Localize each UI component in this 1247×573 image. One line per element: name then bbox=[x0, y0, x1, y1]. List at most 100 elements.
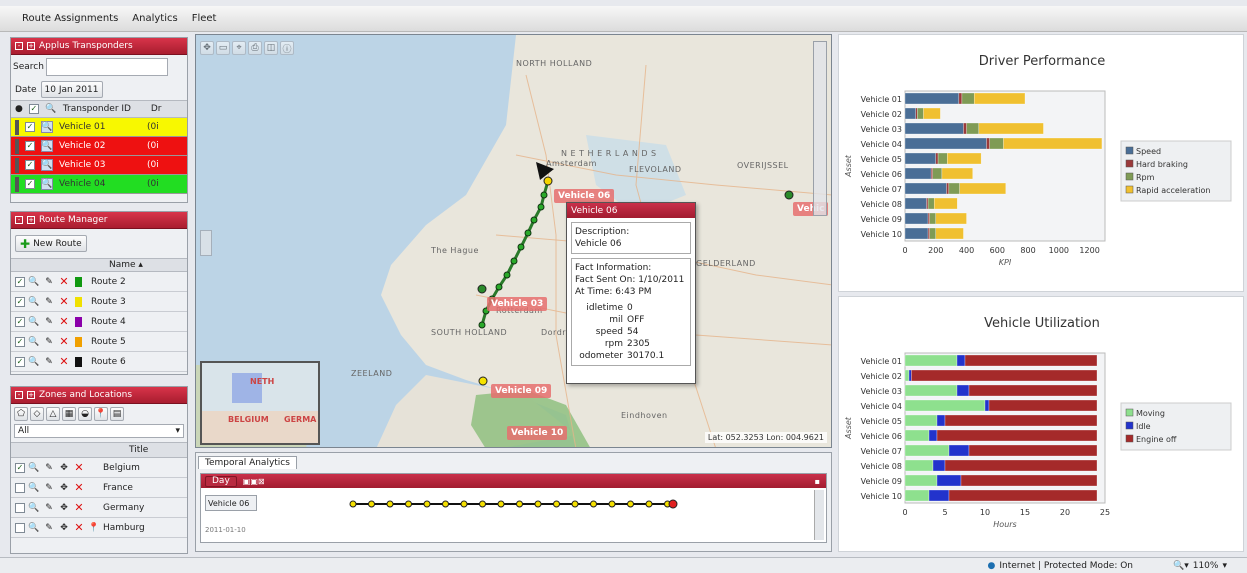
route-checkbox[interactable]: ✓ bbox=[15, 356, 25, 367]
column-header-title[interactable]: Title bbox=[129, 445, 148, 455]
map-view[interactable]: NORTH HOLLAND N E T H E R L A N D S FLEVOL… bbox=[195, 34, 832, 448]
select-all-checkbox[interactable]: ✓ bbox=[28, 104, 39, 114]
timeline-event[interactable] bbox=[405, 500, 412, 508]
route-checkbox[interactable]: ✓ bbox=[15, 296, 25, 307]
vehicle-map-label[interactable]: Vehicle 10 bbox=[507, 426, 568, 440]
transponder-checkbox[interactable]: ✓ bbox=[25, 141, 35, 151]
search-icon[interactable]: 🔍 bbox=[28, 276, 40, 288]
timeline-event[interactable] bbox=[386, 500, 394, 508]
tab-temporal-analytics[interactable]: Temporal Analytics bbox=[198, 456, 297, 469]
delete-icon[interactable]: ✕ bbox=[58, 315, 70, 328]
edit-icon[interactable]: ✎ bbox=[43, 462, 55, 474]
edit-icon[interactable]: ✎ bbox=[43, 336, 55, 348]
zone-filter-select[interactable]: All ▾ bbox=[14, 424, 184, 438]
select-tool-icon[interactable]: ▭ bbox=[216, 41, 230, 55]
delete-icon[interactable]: ✕ bbox=[58, 295, 70, 308]
search-icon[interactable]: 🔍 bbox=[41, 121, 53, 133]
route-checkbox[interactable]: ✓ bbox=[15, 276, 25, 287]
polygon-tool-icon[interactable]: ⬠ bbox=[14, 407, 28, 421]
zone-checkbox[interactable] bbox=[15, 502, 25, 513]
search-icon[interactable]: 🔍 bbox=[28, 522, 40, 534]
search-icon[interactable]: 🔍 bbox=[28, 502, 40, 514]
search-icon[interactable]: 🔍 bbox=[28, 462, 40, 474]
search-icon[interactable]: 🔍 bbox=[28, 482, 40, 494]
timeline-event[interactable] bbox=[497, 500, 505, 508]
transponder-row[interactable]: ✓ 🔍 Vehicle 01 (0i bbox=[11, 118, 187, 137]
route-waypoint[interactable] bbox=[530, 216, 538, 224]
timeline-event[interactable] bbox=[571, 500, 579, 508]
timeline-current-event[interactable] bbox=[668, 499, 678, 509]
edit-icon[interactable]: ✎ bbox=[43, 276, 55, 288]
zoom-icon[interactable]: 🔍▾ bbox=[1173, 561, 1189, 571]
route-checkbox[interactable]: ✓ bbox=[15, 336, 25, 347]
print-tool-icon[interactable]: ⎙ bbox=[248, 41, 262, 55]
search-icon[interactable]: 🔍 bbox=[28, 336, 40, 348]
vehicle-marker[interactable] bbox=[478, 376, 488, 386]
zoom-level[interactable]: 110% bbox=[1193, 561, 1219, 571]
route-waypoint[interactable] bbox=[524, 229, 532, 237]
day-button[interactable]: Day bbox=[205, 475, 237, 487]
timeline-track[interactable] bbox=[261, 494, 821, 514]
search-icon[interactable]: 🔍 bbox=[28, 316, 40, 328]
route-row[interactable]: ✓ 🔍 ✎ ✕ Route 6 bbox=[11, 352, 187, 372]
delete-icon[interactable]: ✕ bbox=[73, 481, 85, 494]
shape-tool-icon[interactable]: ◇ bbox=[30, 407, 44, 421]
route-row[interactable]: ✓ 🔍 ✎ ✕ Route 4 bbox=[11, 312, 187, 332]
search-icon[interactable]: 🔍 bbox=[41, 178, 53, 190]
area-tool-icon[interactable]: ▦ bbox=[62, 407, 76, 421]
edit-icon[interactable]: ✎ bbox=[43, 316, 55, 328]
route-waypoint[interactable] bbox=[510, 257, 518, 265]
overview-map[interactable]: NETH BELGIUM GERMA bbox=[200, 361, 320, 445]
edit-icon[interactable]: ✎ bbox=[43, 356, 55, 368]
timeline-event[interactable] bbox=[553, 500, 560, 508]
vehicle-marker[interactable] bbox=[477, 284, 487, 294]
measure-tool-icon[interactable]: ⌖ bbox=[232, 41, 246, 55]
move-icon[interactable]: ✥ bbox=[58, 462, 70, 474]
delete-icon[interactable]: ✕ bbox=[58, 275, 70, 288]
search-icon[interactable]: 🔍 bbox=[28, 356, 40, 368]
transponder-row[interactable]: ✓ 🔍 Vehicle 04 (0i bbox=[11, 175, 187, 194]
vehicle-map-label[interactable]: Vehicle 06 bbox=[554, 189, 615, 203]
route-waypoint[interactable] bbox=[517, 243, 525, 251]
menu-item[interactable]: Analytics bbox=[132, 13, 177, 24]
info-tool-icon[interactable]: ⓘ bbox=[280, 41, 294, 55]
timeline-event[interactable] bbox=[479, 500, 486, 508]
collapse-left-arrow-icon[interactable] bbox=[200, 230, 212, 256]
timeline-event[interactable] bbox=[423, 500, 431, 508]
zone-row[interactable]: 🔍 ✎ ✥ ✕ France bbox=[11, 478, 187, 498]
edit-icon[interactable]: ✎ bbox=[43, 482, 55, 494]
vehicle-map-label[interactable]: Vehicle 09 bbox=[491, 384, 552, 398]
zone-row[interactable]: 🔍 ✎ ✥ ✕ Germany bbox=[11, 498, 187, 518]
timeline-event[interactable] bbox=[645, 500, 653, 508]
move-icon[interactable]: ✥ bbox=[58, 482, 70, 494]
collapse-icon[interactable]: - bbox=[15, 391, 23, 399]
edit-icon[interactable]: ✎ bbox=[43, 522, 55, 534]
route-row[interactable]: ✓ 🔍 ✎ ✕ Route 3 bbox=[11, 292, 187, 312]
grid-tool-icon[interactable]: ▤ bbox=[110, 407, 124, 421]
zoom-controls-icon[interactable]: ▣▣⊠ bbox=[243, 477, 265, 486]
zone-checkbox[interactable] bbox=[15, 482, 25, 493]
vehicle-map-label[interactable]: Vehicle 03 bbox=[487, 297, 548, 311]
zone-checkbox[interactable] bbox=[15, 522, 25, 533]
delete-icon[interactable]: ✕ bbox=[73, 521, 85, 534]
triangle-tool-icon[interactable]: △ bbox=[46, 407, 60, 421]
transponder-row[interactable]: ✓ 🔍 Vehicle 03 (0i bbox=[11, 156, 187, 175]
column-header-name[interactable]: Name ▴ bbox=[109, 260, 143, 270]
zone-row[interactable]: ✓ 🔍 ✎ ✥ ✕ Belgium bbox=[11, 458, 187, 478]
collapse-icon[interactable]: - bbox=[15, 42, 23, 50]
timeline-event[interactable] bbox=[516, 500, 523, 508]
timeline-scrollbar[interactable] bbox=[814, 490, 824, 540]
collapse-icon[interactable]: - bbox=[15, 216, 23, 224]
route-waypoint[interactable] bbox=[537, 203, 545, 211]
delete-icon[interactable]: ✕ bbox=[73, 461, 85, 474]
expand-icon[interactable]: + bbox=[27, 216, 35, 224]
date-picker[interactable]: 10 Jan 2011 bbox=[40, 81, 103, 98]
menu-item[interactable]: Route Assignments bbox=[22, 13, 118, 24]
zoom-slider[interactable] bbox=[813, 41, 827, 216]
delete-icon[interactable]: ✕ bbox=[58, 355, 70, 368]
edit-icon[interactable]: ✎ bbox=[43, 296, 55, 308]
transponder-checkbox[interactable]: ✓ bbox=[25, 179, 35, 189]
route-waypoint[interactable] bbox=[540, 191, 548, 199]
new-route-button[interactable]: ✚ New Route bbox=[15, 235, 87, 252]
move-icon[interactable]: ✥ bbox=[58, 522, 70, 534]
